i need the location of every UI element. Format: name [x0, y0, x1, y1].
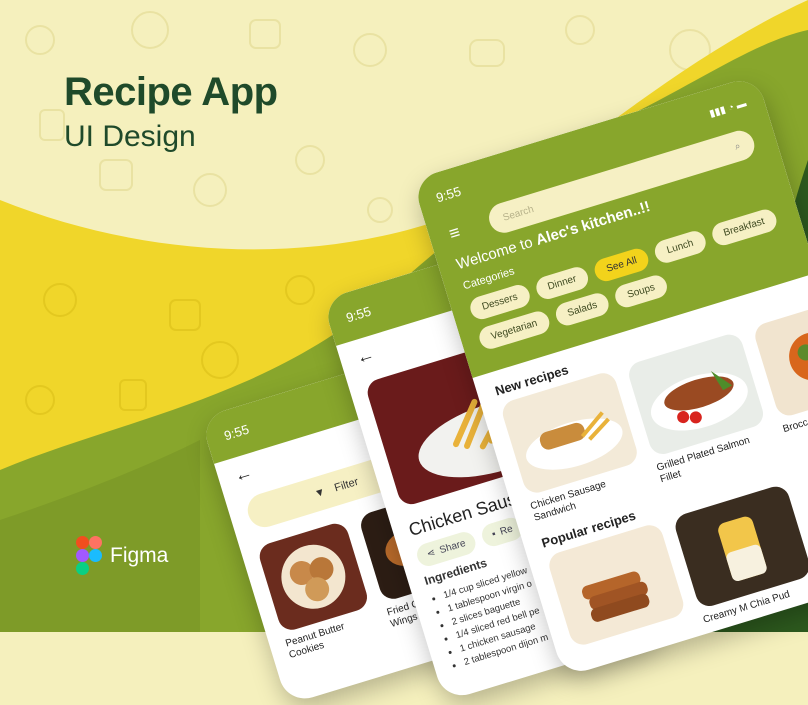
figma-logo-icon: [76, 536, 102, 575]
share-label: Share: [438, 537, 468, 557]
video-icon: ▪: [490, 528, 498, 541]
status-icons: ▮▮▮ ◔ ▬: [708, 97, 748, 120]
recipe-card[interactable]: Peanut Butter Cookies: [256, 520, 379, 662]
figma-label: Figma: [110, 544, 169, 567]
chip-salads[interactable]: Salads: [552, 290, 612, 329]
page-title: Recipe App: [64, 70, 278, 114]
back-arrow-icon[interactable]: ←: [232, 461, 255, 486]
share-icon: ⋖: [425, 547, 437, 561]
menu-icon[interactable]: ≡: [446, 221, 462, 244]
chip-lunch[interactable]: Lunch: [652, 228, 709, 266]
filter-label: Filter: [333, 475, 360, 495]
status-time: 9:55: [434, 183, 463, 205]
search-icon[interactable]: ⌕: [733, 140, 742, 152]
back-arrow-icon[interactable]: ←: [354, 343, 377, 368]
chip-soups[interactable]: Soups: [612, 272, 670, 311]
status-time: 9:55: [344, 303, 373, 325]
search-placeholder: Search: [501, 203, 536, 224]
secondary-label: Re: [498, 523, 515, 538]
filter-icon: ▼: [313, 485, 327, 501]
cookies-image: [256, 520, 371, 634]
figma-brand: Figma: [76, 536, 168, 576]
status-time: 9:55: [222, 421, 251, 443]
page-subtitle: UI Design: [64, 120, 196, 153]
